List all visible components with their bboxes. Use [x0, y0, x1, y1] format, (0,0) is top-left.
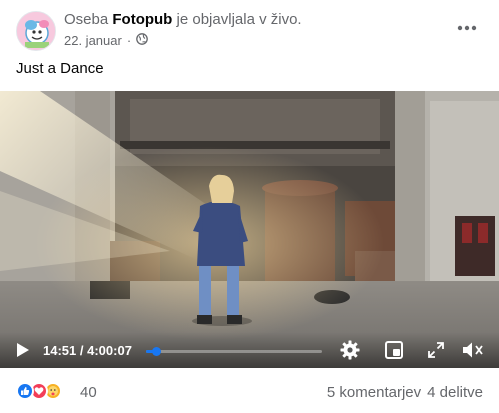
reaction-count[interactable]: 40 — [80, 384, 97, 401]
more-options-icon — [457, 25, 477, 31]
globe-icon[interactable] — [136, 33, 149, 48]
header-suffix: je objavljala v živo. — [176, 11, 302, 28]
shares-count[interactable]: 4 delitve — [427, 384, 483, 401]
miniplayer-icon — [385, 341, 403, 359]
post-meta: 22. januar · — [64, 33, 149, 48]
fullscreen-button[interactable] — [424, 338, 448, 362]
video-time: 14:51 / 4:00:07 — [43, 343, 132, 358]
volume-button[interactable] — [460, 338, 486, 362]
engagement-summary: 5 komentarjev 4 delitve — [327, 384, 483, 401]
progress-thumb[interactable] — [152, 347, 162, 356]
more-options-button[interactable] — [451, 16, 483, 40]
miniplayer-button[interactable] — [382, 338, 406, 362]
avatar-image — [17, 12, 55, 50]
post-header: Oseba Fotopub je objavljala v živo. — [64, 11, 302, 28]
reaction-icons[interactable] — [16, 382, 62, 400]
volume-icon — [463, 342, 483, 358]
play-button[interactable] — [12, 338, 34, 362]
like-icon — [16, 382, 34, 400]
play-icon — [17, 343, 29, 357]
post-caption: Just a Dance — [16, 60, 104, 77]
page-name-link[interactable]: Fotopub — [112, 11, 172, 28]
video-player[interactable]: 14:51 / 4:00:07 — [0, 91, 499, 368]
video-duration: 4:00:07 — [87, 343, 132, 358]
page-avatar[interactable] — [16, 11, 56, 51]
post-card: Oseba Fotopub je objavljala v živo. 22. … — [0, 0, 499, 413]
header-prefix: Oseba — [64, 11, 109, 28]
gear-icon — [340, 340, 360, 360]
progress-bar[interactable] — [146, 347, 322, 356]
video-controls: 14:51 / 4:00:07 — [0, 332, 499, 368]
settings-button[interactable] — [338, 338, 362, 362]
time-separator: / — [79, 343, 84, 358]
comments-count[interactable]: 5 komentarjev — [327, 384, 421, 401]
current-time: 14:51 — [43, 343, 77, 358]
meta-separator: · — [126, 33, 132, 48]
post-date[interactable]: 22. januar — [64, 33, 122, 48]
fullscreen-icon — [428, 342, 444, 358]
video-frame — [0, 91, 499, 368]
